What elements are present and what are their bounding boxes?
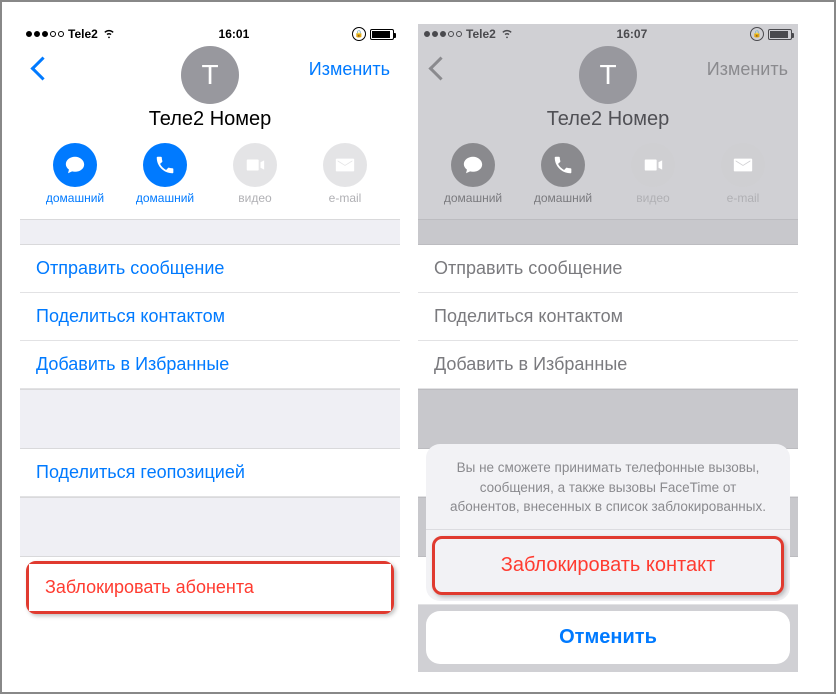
status-bar: Tele2 16:07 🔒 (418, 24, 798, 44)
add-favorite-item: Добавить в Избранные (418, 341, 798, 389)
action-sheet: Вы не сможете принимать телефонные вызов… (426, 444, 790, 664)
separator (418, 389, 798, 449)
message-action[interactable]: домашний (40, 143, 110, 205)
wifi-icon (102, 26, 116, 43)
separator (418, 219, 798, 245)
clock: 16:07 (514, 27, 750, 41)
edit-button[interactable]: Изменить (309, 59, 390, 80)
back-button (428, 57, 442, 81)
video-action: видео (618, 143, 688, 205)
send-message-item[interactable]: Отправить сообщение (20, 245, 400, 293)
email-action: e-mail (310, 143, 380, 205)
battery-icon (370, 29, 394, 40)
share-contact-item: Поделиться контактом (418, 293, 798, 341)
highlight-block: Заблокировать абонента (26, 561, 394, 614)
separator (20, 389, 400, 449)
add-favorite-item[interactable]: Добавить в Избранные (20, 341, 400, 389)
carrier-label: Tele2 (466, 27, 496, 41)
video-icon (631, 143, 675, 187)
message-icon (451, 143, 495, 187)
contact-name: Теле2 Номер (418, 108, 798, 131)
wifi-icon (500, 26, 514, 43)
block-contact-button[interactable]: Заблокировать контакт (435, 539, 781, 592)
phone-icon (541, 143, 585, 187)
action-row: домашний домашний видео e-mail (20, 143, 400, 219)
phone-left: Tele2 16:01 🔒 Изменить T Теле2 Номер (20, 24, 400, 672)
mail-icon (721, 143, 765, 187)
sheet-message: Вы не сможете принимать телефонные вызов… (426, 444, 790, 530)
cancel-button[interactable]: Отменить (426, 611, 790, 664)
call-action: домашний (528, 143, 598, 205)
mail-icon (323, 143, 367, 187)
share-location-item[interactable]: Поделиться геопозицией (20, 449, 400, 497)
rotation-lock-icon: 🔒 (750, 27, 764, 41)
contact-name: Теле2 Номер (20, 108, 400, 131)
separator (20, 219, 400, 245)
phone-icon (143, 143, 187, 187)
avatar: T (181, 46, 239, 104)
call-action[interactable]: домашний (130, 143, 200, 205)
message-action: домашний (438, 143, 508, 205)
carrier-label: Tele2 (68, 27, 98, 41)
edit-button: Изменить (707, 59, 788, 80)
video-icon (233, 143, 277, 187)
back-button[interactable] (30, 57, 44, 81)
separator (20, 497, 400, 557)
signal-icon (26, 31, 64, 37)
status-bar: Tele2 16:01 🔒 (20, 24, 400, 44)
rotation-lock-icon: 🔒 (352, 27, 366, 41)
clock: 16:01 (116, 27, 352, 41)
video-action: видео (220, 143, 290, 205)
signal-icon (424, 31, 462, 37)
block-contact-item[interactable]: Заблокировать абонента (29, 564, 391, 611)
share-contact-item[interactable]: Поделиться контактом (20, 293, 400, 341)
action-row: домашний домашний видео e-mail (418, 143, 798, 219)
email-action: e-mail (708, 143, 778, 205)
avatar: T (579, 46, 637, 104)
send-message-item: Отправить сообщение (418, 245, 798, 293)
battery-icon (768, 29, 792, 40)
phone-right: Tele2 16:07 🔒 Изменить T Теле2 Номер (418, 24, 798, 672)
message-icon (53, 143, 97, 187)
